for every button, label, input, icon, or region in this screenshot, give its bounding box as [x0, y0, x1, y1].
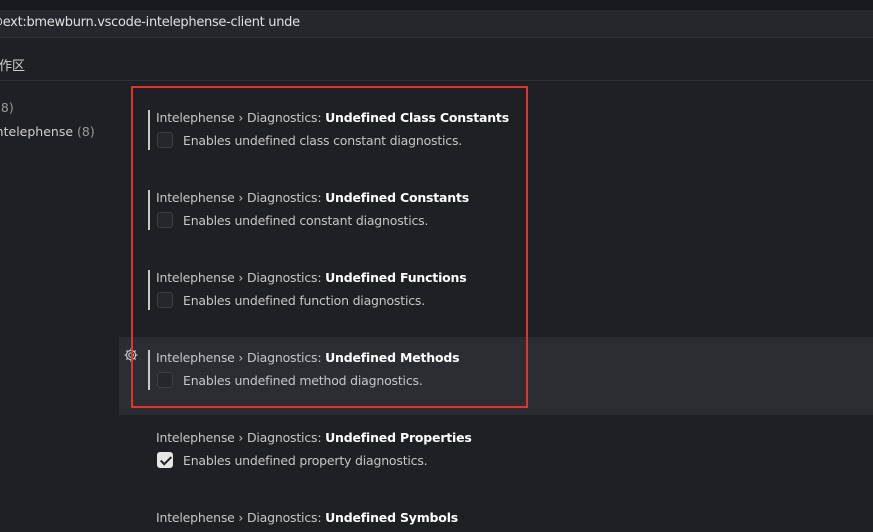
modified-indicator	[148, 190, 150, 230]
tab-workspace[interactable]: 工作区	[0, 55, 25, 74]
setting-category: Intelephense › Diagnostics:	[156, 350, 326, 365]
modified-indicator	[148, 270, 150, 310]
setting-undefined-symbols: Intelephense › Diagnostics: Undefined Sy…	[119, 497, 873, 532]
window-top-edge	[0, 0, 873, 10]
setting-description: Enables undefined method diagnostics.	[183, 373, 423, 388]
setting-checkbox[interactable]	[157, 452, 173, 468]
setting-checkbox[interactable]	[157, 132, 173, 148]
toc-item-extensions[interactable]: (8)	[0, 100, 14, 115]
toc-item-label: Intelephense	[0, 124, 74, 139]
setting-undefined-methods: Intelephense › Diagnostics: Undefined Me…	[119, 337, 873, 415]
setting-title: Intelephense › Diagnostics: Undefined Sy…	[156, 510, 458, 525]
setting-name: Undefined Functions	[325, 270, 467, 285]
setting-undefined-functions: Intelephense › Diagnostics: Undefined Fu…	[119, 257, 873, 337]
setting-title: Intelephense › Diagnostics: Undefined Fu…	[156, 270, 467, 285]
setting-name: Undefined Constants	[325, 190, 470, 205]
setting-name: Undefined Symbols	[325, 510, 459, 525]
setting-name: Undefined Properties	[325, 430, 472, 445]
toc-item-intelephense[interactable]: Intelephense (8)	[0, 124, 95, 139]
setting-checkbox[interactable]	[157, 212, 173, 228]
setting-undefined-class-constants: Intelephense › Diagnostics: Undefined Cl…	[119, 97, 873, 177]
gear-icon[interactable]	[123, 347, 139, 363]
setting-category: Intelephense › Diagnostics:	[156, 270, 326, 285]
setting-title: Intelephense › Diagnostics: Undefined Cl…	[156, 110, 509, 125]
setting-title: Intelephense › Diagnostics: Undefined Co…	[156, 190, 469, 205]
setting-undefined-constants: Intelephense › Diagnostics: Undefined Co…	[119, 177, 873, 257]
modified-indicator	[148, 350, 150, 390]
setting-checkbox[interactable]	[157, 292, 173, 308]
setting-category: Intelephense › Diagnostics:	[156, 430, 326, 445]
modified-indicator	[148, 110, 150, 150]
setting-description: Enables undefined constant diagnostics.	[183, 213, 429, 228]
setting-category: Intelephense › Diagnostics:	[156, 510, 326, 525]
setting-description: Enables undefined function diagnostics.	[183, 293, 425, 308]
setting-category: Intelephense › Diagnostics:	[156, 110, 326, 125]
setting-category: Intelephense › Diagnostics:	[156, 190, 326, 205]
setting-description: Enables undefined property diagnostics.	[183, 453, 428, 468]
toc-item-count: (8)	[0, 100, 14, 115]
toc-item-count: (8)	[77, 124, 95, 139]
search-input[interactable]: @ext:bmewburn.vscode-intelephense-client…	[0, 15, 300, 30]
setting-title: Intelephense › Diagnostics: Undefined Pr…	[156, 430, 472, 445]
settings-search-bar[interactable]: @ext:bmewburn.vscode-intelephense-client…	[0, 10, 873, 38]
setting-checkbox[interactable]	[157, 372, 173, 388]
setting-name: Undefined Class Constants	[325, 110, 509, 125]
setting-description: Enables undefined class constant diagnos…	[183, 133, 463, 148]
scope-tabs: 工作区	[0, 38, 873, 81]
setting-title: Intelephense › Diagnostics: Undefined Me…	[156, 350, 460, 365]
setting-undefined-properties: Intelephense › Diagnostics: Undefined Pr…	[119, 417, 873, 497]
setting-name: Undefined Methods	[325, 350, 460, 365]
